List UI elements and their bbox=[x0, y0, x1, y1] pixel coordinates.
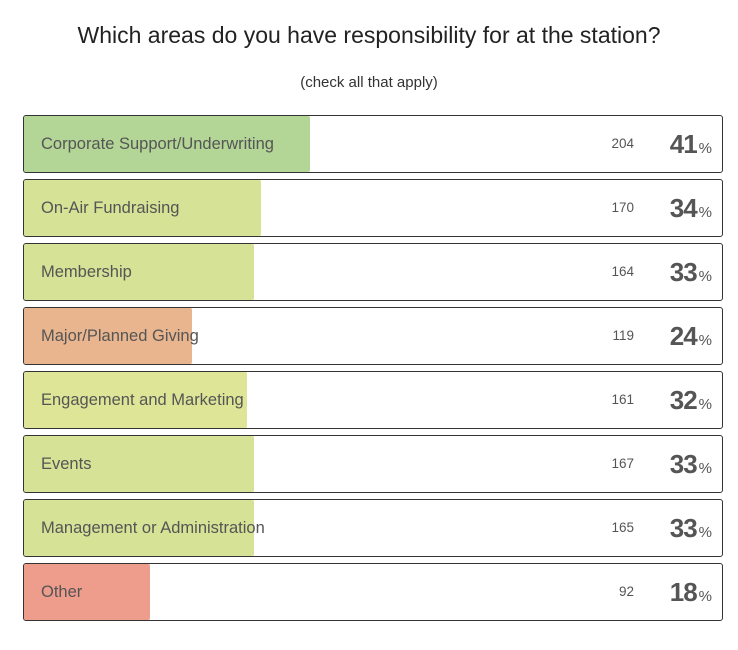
bar-row: Other 92 18% bbox=[23, 563, 723, 621]
bar-count: 167 bbox=[611, 456, 634, 471]
bar-percent: 33% bbox=[669, 244, 712, 300]
bar-percent: 33% bbox=[669, 500, 712, 556]
bar-count: 165 bbox=[611, 520, 634, 535]
bar-row: On-Air Fundraising 170 34% bbox=[23, 179, 723, 237]
bar-percent: 24% bbox=[669, 308, 712, 364]
bar-count: 161 bbox=[611, 392, 634, 407]
bar-label: On-Air Fundraising bbox=[41, 199, 180, 217]
percent-sign: % bbox=[698, 524, 712, 541]
bar-percent: 32% bbox=[669, 372, 712, 428]
chart-title: Which areas do you have responsibility f… bbox=[77, 22, 661, 48]
bar-label: Corporate Support/Underwriting bbox=[41, 135, 274, 153]
bar-count: 204 bbox=[611, 136, 634, 151]
bar-percent: 18% bbox=[669, 564, 712, 620]
bar-count: 92 bbox=[618, 584, 634, 599]
bar-row: Corporate Support/Underwriting 204 41% bbox=[23, 115, 723, 173]
percent-value: 18 bbox=[669, 577, 698, 607]
percent-sign: % bbox=[698, 460, 712, 477]
bar-row: Major/Planned Giving 119 24% bbox=[23, 307, 723, 365]
bar-label: Major/Planned Giving bbox=[41, 327, 199, 345]
bar-row: Management or Administration 165 33% bbox=[23, 499, 723, 557]
bar-label: Management or Administration bbox=[41, 519, 265, 537]
bar-label: Membership bbox=[41, 263, 132, 281]
bar-list: Corporate Support/Underwriting 204 41% On-A… bbox=[23, 115, 723, 627]
bar-label: Other bbox=[41, 583, 83, 601]
bar-percent: 33% bbox=[669, 436, 712, 492]
chart-subtitle: (check all that apply) bbox=[300, 74, 438, 91]
bar-count: 170 bbox=[611, 200, 634, 215]
percent-value: 41 bbox=[669, 129, 698, 159]
bar-row: Membership 164 33% bbox=[23, 243, 723, 301]
bar-percent: 41% bbox=[669, 116, 712, 172]
percent-value: 34 bbox=[669, 193, 698, 223]
percent-sign: % bbox=[698, 588, 712, 605]
percent-value: 33 bbox=[669, 513, 698, 543]
percent-value: 32 bbox=[669, 385, 698, 415]
bar-row: Events 167 33% bbox=[23, 435, 723, 493]
percent-value: 33 bbox=[669, 449, 698, 479]
percent-sign: % bbox=[698, 396, 712, 413]
percent-value: 33 bbox=[669, 257, 698, 287]
bar-count: 164 bbox=[611, 264, 634, 279]
bar-percent: 34% bbox=[669, 180, 712, 236]
bar-row: Engagement and Marketing 161 32% bbox=[23, 371, 723, 429]
bar-label: Engagement and Marketing bbox=[41, 391, 244, 409]
percent-sign: % bbox=[698, 332, 712, 349]
percent-value: 24 bbox=[669, 321, 698, 351]
percent-sign: % bbox=[698, 140, 712, 157]
percent-sign: % bbox=[698, 204, 712, 221]
bar-label: Events bbox=[41, 455, 92, 473]
percent-sign: % bbox=[698, 268, 712, 285]
bar-count: 119 bbox=[612, 328, 634, 343]
